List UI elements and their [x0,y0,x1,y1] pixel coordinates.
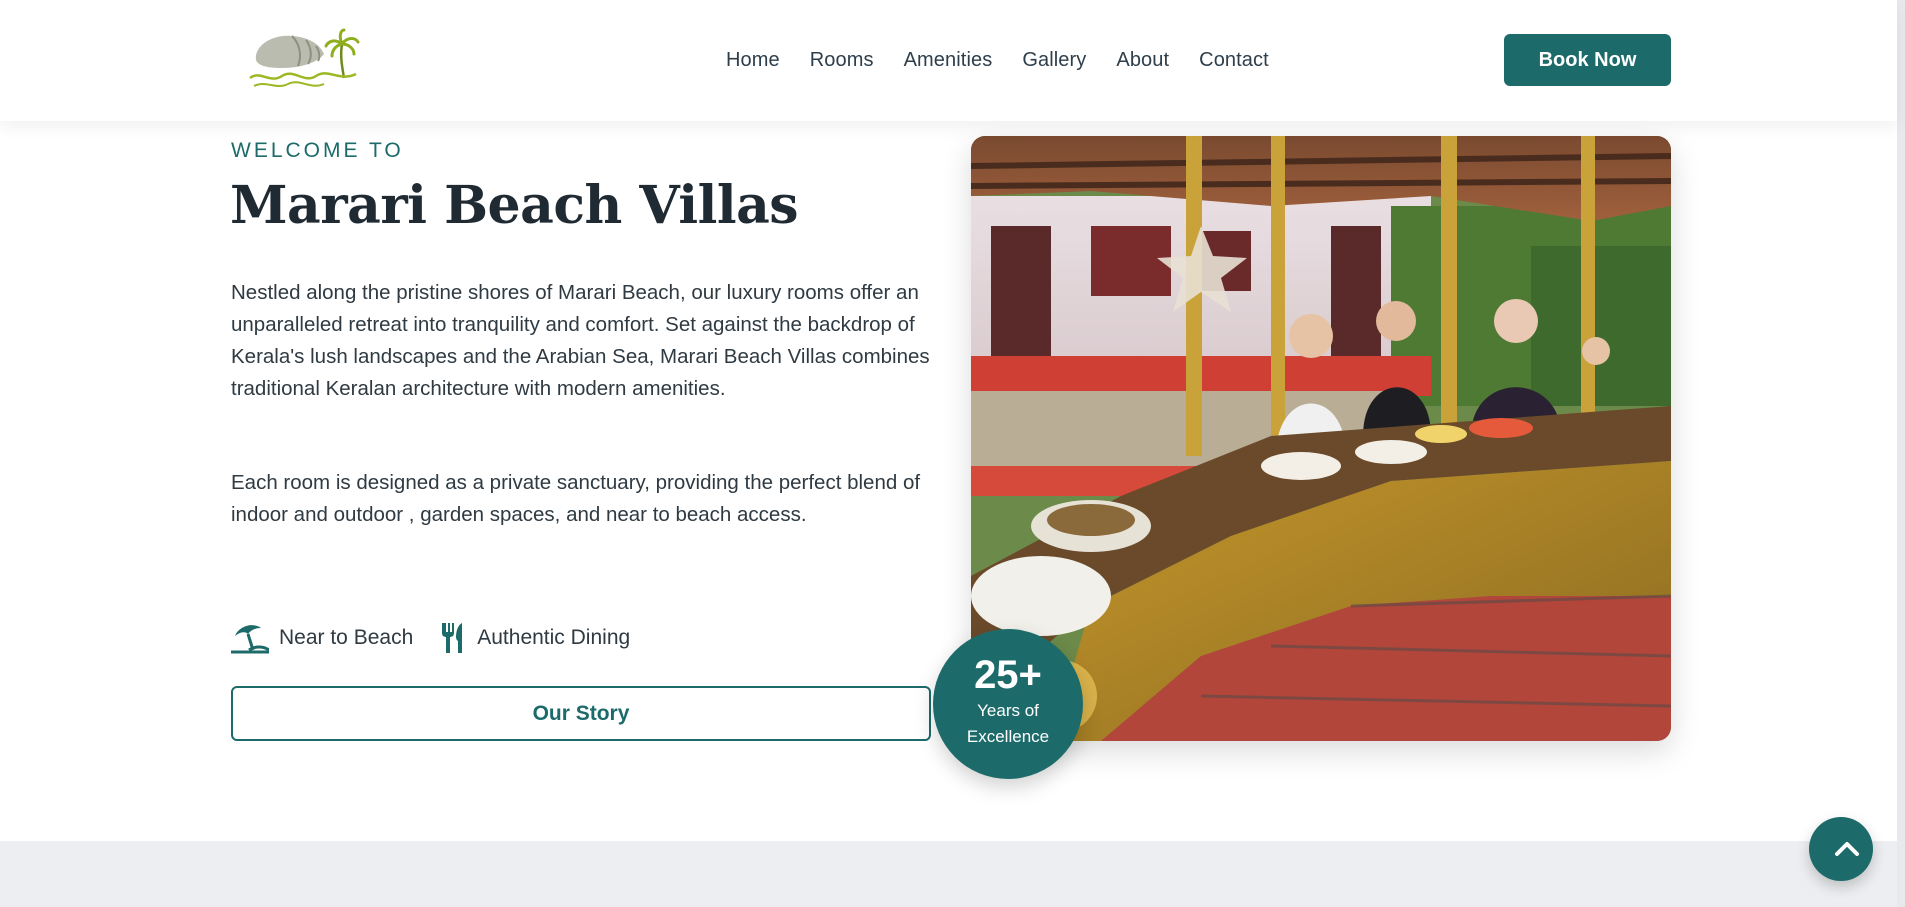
nav-home[interactable]: Home [726,49,780,72]
feature-label: Authentic Dining [477,626,631,649]
feature-dining: Authentic Dining [439,622,630,654]
site-header: Home Rooms Amenities Gallery About Conta… [0,0,1897,121]
nav-about[interactable]: About [1116,49,1169,72]
page-title: Marari Beach Villas [230,175,799,236]
beach-umbrella-icon [231,625,269,654]
chevron-up-icon [1835,842,1859,856]
feature-near-beach: Near to Beach [231,622,413,654]
next-section-band [0,841,1897,907]
dining-scene-image [971,136,1671,741]
intro-paragraph: Nestled along the pristine shores of Mar… [231,281,930,400]
nav-amenities[interactable]: Amenities [904,49,993,72]
nav-gallery[interactable]: Gallery [1022,49,1086,72]
dining-photo [971,136,1671,741]
nav-rooms[interactable]: Rooms [810,49,874,72]
badge-label-line2: Excellence [966,727,1050,746]
scrollbar-track[interactable] [1897,0,1905,907]
feature-list: Near to Beach Authentic Dining [231,622,630,654]
nav-contact[interactable]: Contact [1199,49,1269,72]
welcome-eyebrow: WELCOME TO [231,139,404,162]
experience-badge: 25+ Years of Excellence [933,629,1083,779]
shell-palm-logo-icon [249,28,360,87]
badge-label-line1: Years of [977,701,1039,720]
feature-label: Near to Beach [279,626,414,649]
our-story-button[interactable]: Our Story [231,686,931,741]
logo[interactable] [248,28,360,90]
fork-knife-icon [442,623,463,653]
scroll-to-top-button[interactable] [1809,817,1873,881]
rooms-paragraph: Each room is designed as a private sanct… [231,471,921,526]
main-nav: Home Rooms Amenities Gallery About Conta… [726,44,1269,76]
badge-number: 25+ [974,653,1042,697]
book-now-button[interactable]: Book Now [1504,34,1671,86]
